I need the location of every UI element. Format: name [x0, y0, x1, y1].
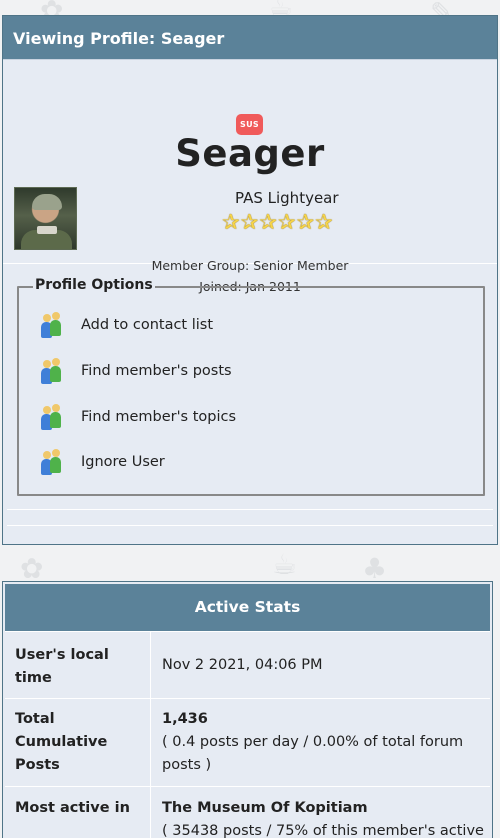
profile-panel: Viewing Profile: Seager SUS Seager PAS L…	[2, 15, 498, 545]
option-label[interactable]: Find member's topics	[81, 409, 236, 425]
avatar-helmet	[32, 194, 62, 210]
people-icon	[39, 448, 63, 476]
user-title: PAS Lightyear	[235, 189, 339, 207]
most-active-forum-link[interactable]: The Museum Of Kopitiam	[162, 800, 368, 816]
member-group: Member Group: Senior Member	[151, 258, 349, 273]
stats-label: Most active in	[5, 787, 151, 838]
most-active-detail: ( 35438 posts / 75% of this member's act…	[162, 823, 484, 838]
profile-summary: SUS Seager PAS Lightyear ✰ ✰ ✰ ✰ ✰ ✰ Mem…	[3, 60, 497, 294]
local-time-value: Nov 2 2021, 04:06 PM	[162, 657, 323, 673]
star-icon: ✰	[315, 210, 333, 234]
rating-stars: ✰ ✰ ✰ ✰ ✰ ✰	[222, 210, 333, 234]
ignore-user-link[interactable]: Ignore User	[39, 447, 165, 477]
find-posts-link[interactable]: Find member's posts	[39, 356, 232, 386]
table-row: User's local time Nov 2 2021, 04:06 PM	[5, 631, 490, 698]
active-stats-header: Active Stats	[5, 584, 490, 631]
divider	[7, 509, 493, 510]
avatar[interactable]	[14, 187, 77, 250]
star-icon: ✰	[222, 210, 240, 234]
people-icon	[39, 311, 63, 339]
add-contact-link[interactable]: Add to contact list	[39, 310, 213, 340]
people-icon	[39, 357, 63, 385]
total-posts-detail: ( 0.4 posts per day / 0.00% of total for…	[162, 734, 464, 773]
star-icon: ✰	[240, 210, 259, 234]
option-label[interactable]: Add to contact list	[81, 317, 213, 333]
star-icon: ✰	[259, 210, 277, 234]
star-icon: ✰	[277, 210, 296, 234]
star-icon: ✰	[296, 210, 315, 234]
table-row: Most active in The Museum Of Kopitiam ( …	[5, 786, 490, 838]
option-label[interactable]: Find member's posts	[81, 363, 232, 379]
option-label[interactable]: Ignore User	[81, 454, 165, 470]
total-posts-count: 1,436	[162, 711, 208, 727]
divider	[7, 525, 493, 526]
profile-options: Profile Options Add to contact list Find…	[17, 277, 485, 496]
stats-label: Total Cumulative Posts	[5, 699, 151, 786]
table-row: Total Cumulative Posts 1,436 ( 0.4 posts…	[5, 698, 490, 786]
find-topics-link[interactable]: Find member's topics	[39, 402, 236, 432]
background-doodle: ☕	[272, 548, 298, 581]
active-stats-panel: Active Stats User's local time Nov 2 202…	[2, 581, 493, 838]
people-icon	[39, 403, 63, 431]
avatar-collar	[37, 226, 57, 234]
stats-label: User's local time	[5, 632, 151, 698]
total-posts-value: 1,436 ( 0.4 posts per day / 0.00% of tot…	[152, 699, 490, 786]
profile-header: Viewing Profile: Seager	[3, 16, 497, 60]
profile-options-legend: Profile Options	[33, 277, 155, 293]
most-active-value: The Museum Of Kopitiam ( 35438 posts / 7…	[152, 787, 490, 838]
username-heading: Seager	[175, 132, 325, 175]
